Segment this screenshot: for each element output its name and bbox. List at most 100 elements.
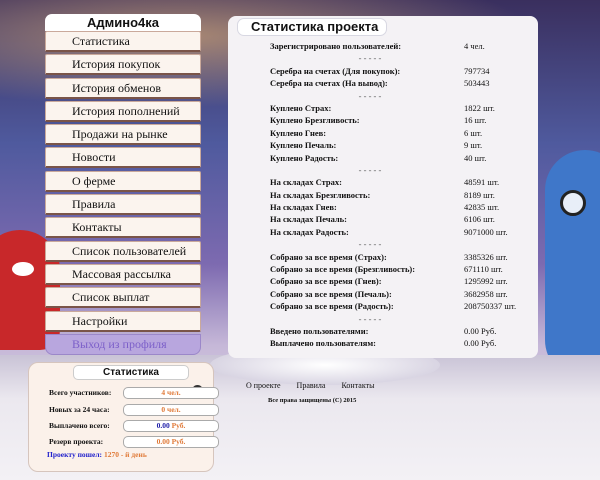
footer-link-rules[interactable]: Правила [297,381,326,390]
stat-row-collected-anger: Собрано за все время (Гнев): 1295992 шт. [270,275,530,287]
stat-row-bought-disgust: Куплено Брезгливость: 16 шт. [270,114,530,126]
stat-row-stock-fear: На складах Страх: 48591 шт. [270,176,530,188]
sidebar-item-market-sales[interactable]: Продажи на рынке [45,124,201,146]
project-stats-panel: Статистика проекта Зарегистрировано поль… [228,16,538,358]
stat-value: 16 шт. [464,115,487,126]
sidebar-item-contacts[interactable]: Контакты [45,217,201,239]
stat-label: Зарегистрировано пользователей: [270,41,402,51]
stat-row-stock-joy: На складах Радость: 9071000 шт. [270,226,530,238]
summary-value-paid-total: 0.00 Руб. [123,420,219,432]
stat-value: 8189 шт. [464,189,495,200]
stat-value: 208750337 шт. [464,301,517,312]
stat-row-deposited: Введено пользователями: 0.00 Руб. [270,325,530,337]
stat-label: Собрано за все время (Радость): [270,301,394,312]
summary-stats-widget: Статистика ↻ Всего участников: 4 чел. Но… [28,362,219,472]
stat-value: 3385326 шт. [464,251,508,262]
stat-label: Собрано за все время (Печаль): [270,288,392,299]
sidebar-item-user-list[interactable]: Список пользователей [45,240,201,262]
summary-label-paid-total: Выплачено всего: [49,421,110,430]
stat-row-bought-sadness: Куплено Печаль: 9 шт. [270,139,530,151]
stat-row-collected-joy: Собрано за все время (Радость): 20875033… [270,300,530,312]
stat-label: Куплено Брезгливость: [270,115,360,126]
sidebar-item-purchase-history[interactable]: История покупок [45,54,201,76]
project-age-label: Проекту пошел: [47,450,103,459]
stats-list: Зарегистрировано пользователей: 4 чел. -… [270,40,530,350]
stat-label: Серебра на счетах (На вывод): [270,78,388,89]
stat-separator: - - - - - [358,53,382,64]
stat-value: 503443 [464,78,490,89]
stat-label: Куплено Гнев: [270,127,327,138]
stat-label: Куплено Страх: [270,102,332,113]
stat-label: Собрано за все время (Гнев): [270,276,382,287]
stat-label: Серебра на счетах (Для покупок): [270,65,401,76]
stat-label: На складах Гнев: [270,202,337,213]
summary-label-total-users: Всего участников: [49,388,112,397]
stat-value: 40 шт. [464,152,487,163]
sidebar-item-statistics[interactable]: Статистика [45,31,201,52]
summary-label-reserve: Резерв проекта: [49,437,104,446]
summary-stats-title: Статистика [73,365,189,380]
summary-value-paid-total-unit: Руб. [171,421,186,430]
summary-value-reserve: 0.00 Руб. [123,436,219,448]
stat-row-bought-fear: Куплено Страх: 1822 шт. [270,102,530,114]
summary-value-paid-total-number: 0.00 [156,421,170,430]
stat-label: Куплено Радость: [270,152,339,163]
stat-label: Введено пользователями: [270,325,369,336]
sidebar-item-settings[interactable]: Настройки [45,310,201,332]
stat-row-stock-disgust: На складах Брезгливость: 8189 шт. [270,189,530,201]
footer-links: О проекте Правила Контакты [246,381,389,390]
stat-value: 1822 шт. [464,102,495,113]
stat-separator: - - - - - [358,164,382,175]
stat-value: 797734 [464,65,490,76]
project-age-line: Проекту пошел: 1270 - й день [47,450,147,459]
stat-label: На складах Радость: [270,226,349,237]
stat-row-registered-users: Зарегистрировано пользователей: 4 чел. [270,40,530,52]
stat-label: На складах Брезгливость: [270,189,371,200]
stat-row-stock-anger: На складах Гнев: 42835 шт. [270,201,530,213]
stat-separator: - - - - - [358,313,382,324]
sidebar-title: Админо4ка [45,14,201,31]
summary-label-new-24h: Новых за 24 часа: [49,405,110,414]
sidebar-item-rules[interactable]: Правила [45,194,201,216]
stat-value: 0.00 Руб. [464,325,497,336]
stat-row-bought-joy: Куплено Радость: 40 шт. [270,152,530,164]
stat-value: 3682958 шт. [464,288,508,299]
stat-value: 1295992 шт. [464,276,508,287]
stat-row-collected-disgust: Собрано за все время (Брезгливость): 671… [270,263,530,275]
logout-button[interactable]: Выход из профиля [45,333,201,355]
stat-row-bought-anger: Куплено Гнев: 6 шт. [270,127,530,139]
copyright-text: Все права защищены (C) 2015 [268,397,357,404]
stat-label: Выплачено пользователям: [270,338,376,349]
sidebar-item-deposit-history[interactable]: История пополнений [45,100,201,122]
stat-value: 48591 шт. [464,177,500,188]
stat-value: 671110 шт. [464,264,503,275]
stat-value: 4 чел. [464,41,485,51]
stat-value: 9 шт. [464,140,483,151]
sidebar-item-payout-list[interactable]: Список выплат [45,287,201,309]
stat-row-silver-withdraw: Серебра на счетах (На вывод): 503443 [270,77,530,89]
admin-sidebar: Админо4ка Статистика История покупок Ист… [45,14,201,357]
stat-row-stock-sadness: На складах Печаль: 6106 шт. [270,213,530,225]
stat-label: Собрано за все время (Страх): [270,251,387,262]
project-age-days: 1270 [103,450,119,459]
summary-value-new-24h: 0 чел. [123,404,219,416]
stat-value: 6106 шт. [464,214,495,225]
stat-value: 9071000 шт. [464,226,508,237]
stat-value: 0.00 Руб. [464,338,497,349]
anger-character-eye [12,262,34,276]
summary-value-total-users: 4 чел. [123,387,219,399]
stat-row-collected-sadness: Собрано за все время (Печаль): 3682958 ш… [270,288,530,300]
stat-label: На складах Печаль: [270,214,347,225]
stat-value: 6 шт. [464,127,483,138]
sidebar-item-exchange-history[interactable]: История обменов [45,77,201,99]
stat-label: Куплено Печаль: [270,140,337,151]
stat-separator: - - - - - [358,239,382,250]
sidebar-item-news[interactable]: Новости [45,147,201,169]
stat-separator: - - - - - [358,90,382,101]
sidebar-item-about-farm[interactable]: О ферме [45,170,201,192]
footer-link-contacts[interactable]: Контакты [341,381,374,390]
footer-link-about[interactable]: О проекте [246,381,281,390]
stat-label: На складах Страх: [270,177,342,188]
stat-value: 42835 шт. [464,202,500,213]
sidebar-item-mass-mailing[interactable]: Массовая рассылка [45,263,201,285]
